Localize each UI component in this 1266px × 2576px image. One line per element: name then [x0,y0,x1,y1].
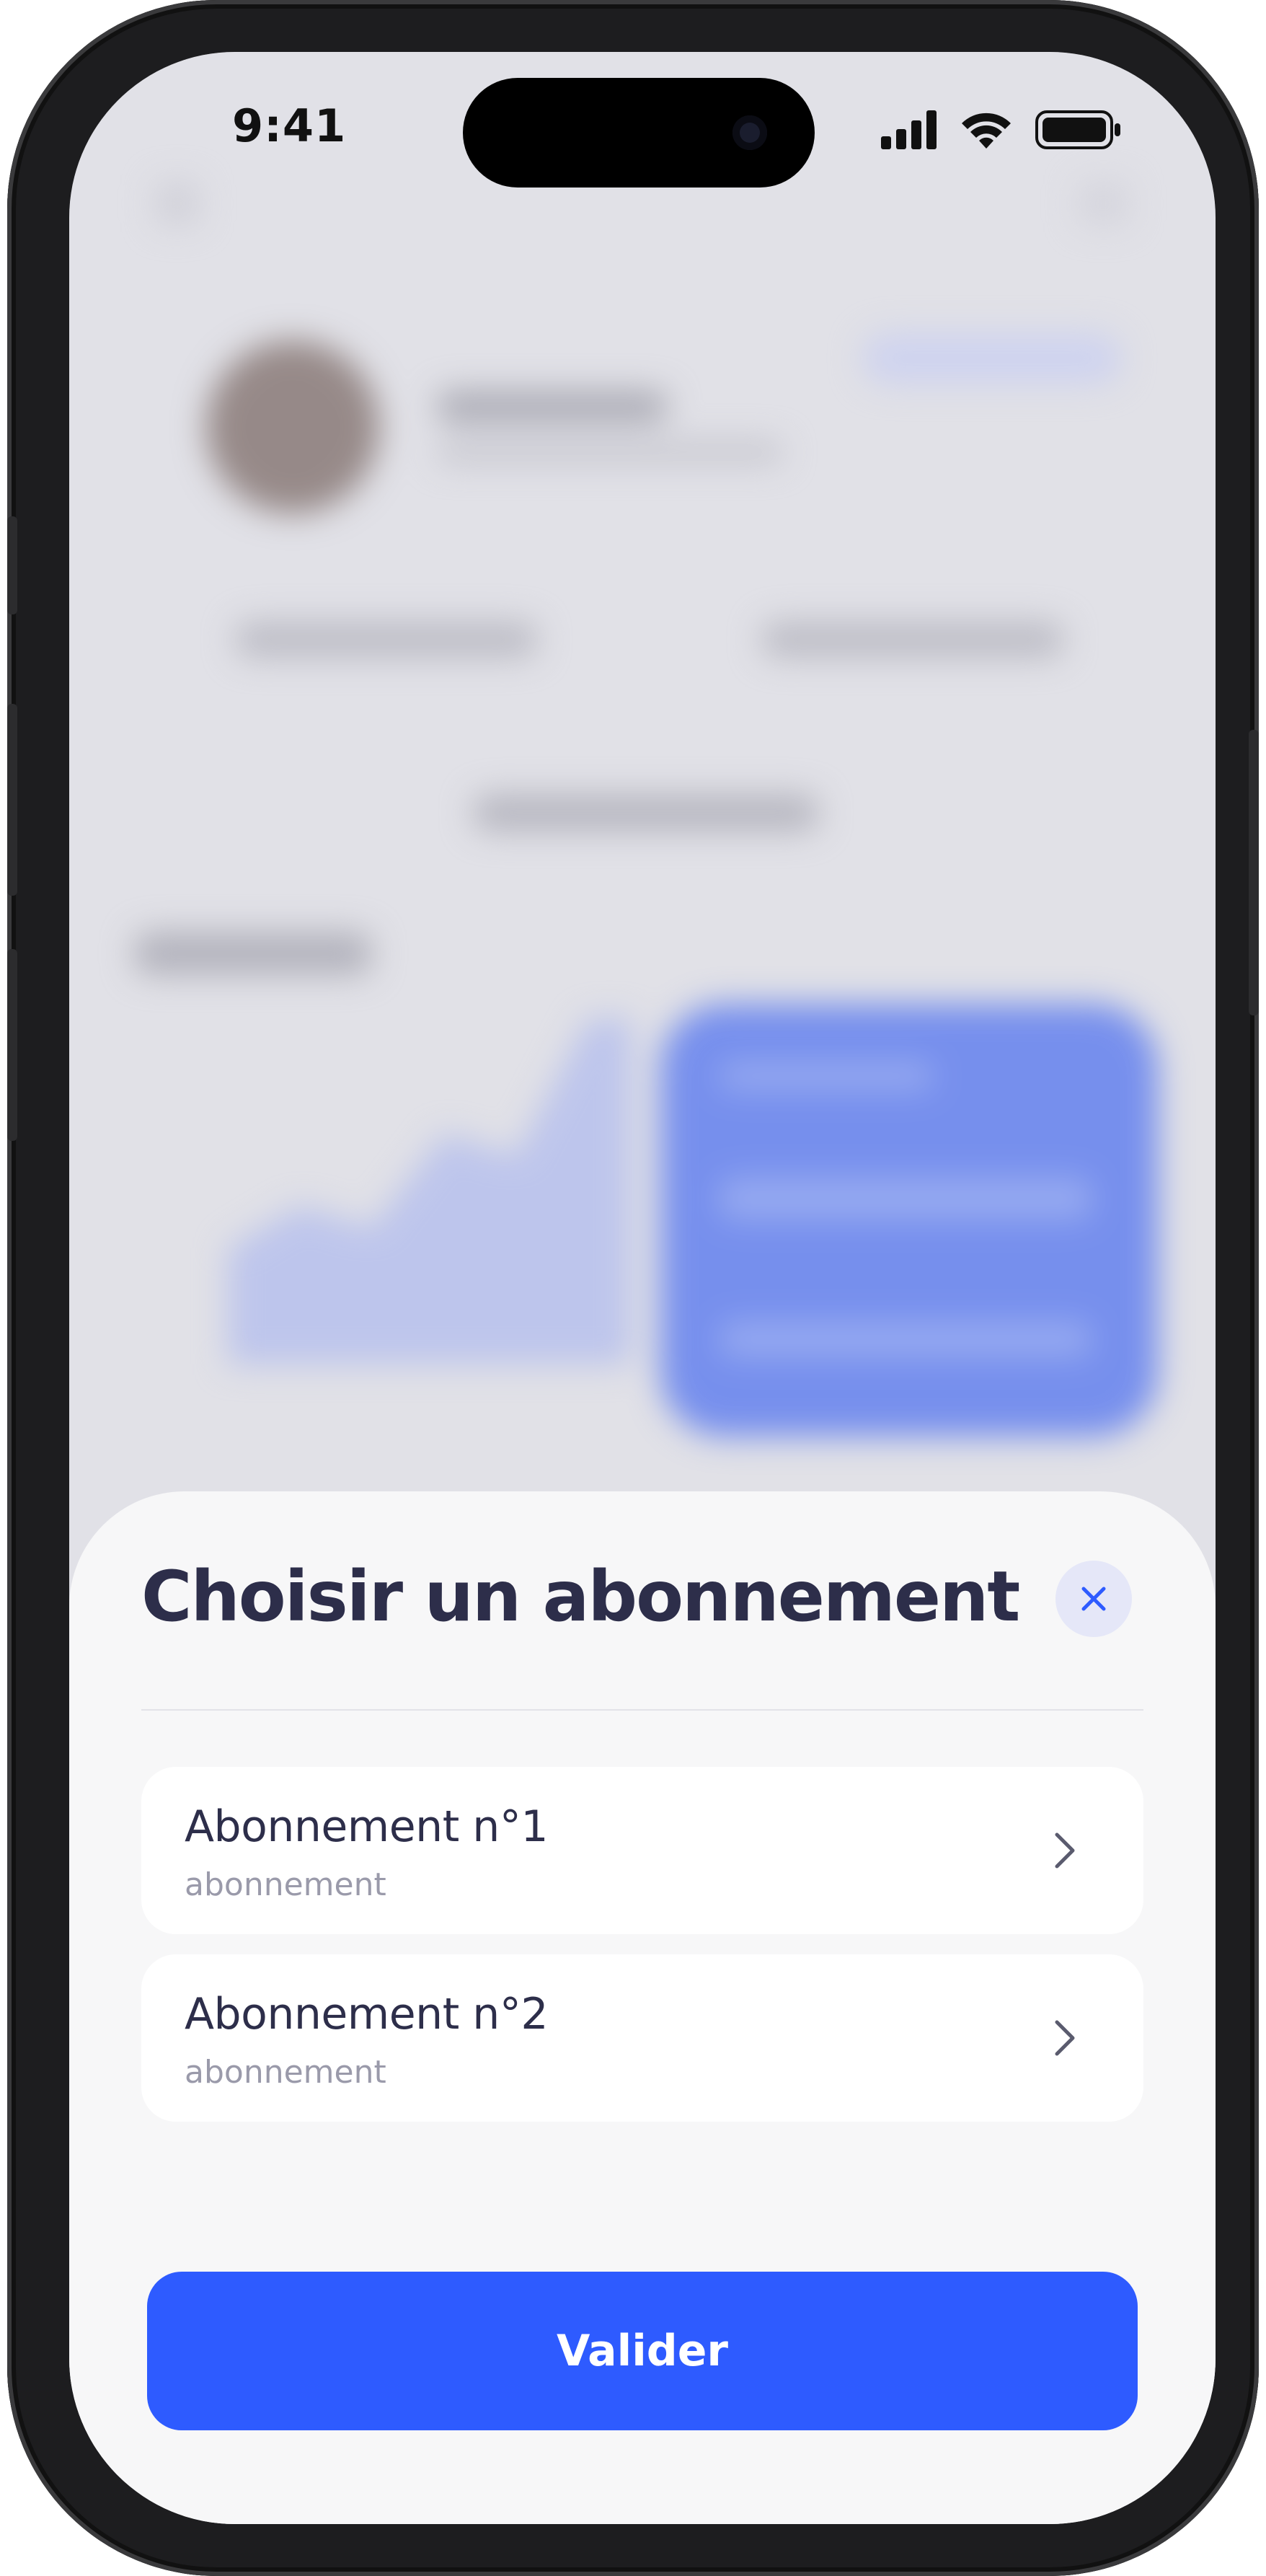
volume-up-button [7,704,17,896]
chevron-right-icon [1055,1832,1075,1869]
power-button [1249,730,1259,1015]
subscription-option-1[interactable]: Abonnement n°1 abonnement [141,1767,1143,1934]
phone-frame: 9:41 Choisir un abonnement Abonnement n°… [7,0,1259,2576]
battery-icon [1035,110,1120,149]
wifi-icon [962,113,1011,149]
subscription-bottom-sheet: Choisir un abonnement Abonnement n°1 abo… [69,1491,1216,2524]
option-subtitle: abonnement [185,2054,386,2091]
close-button[interactable] [1055,1561,1132,1637]
subscription-option-2[interactable]: Abonnement n°2 abonnement [141,1954,1143,2122]
validate-button[interactable]: Valider [147,2272,1138,2430]
option-title: Abonnement n°2 [185,1989,549,2039]
volume-down-button [7,949,17,1141]
chevron-right-icon [1055,2020,1075,2056]
status-time: 9:41 [232,100,347,152]
close-icon [1081,1587,1106,1611]
screen: 9:41 Choisir un abonnement Abonnement n°… [69,52,1216,2524]
option-subtitle: abonnement [185,1866,386,1903]
status-icons [881,108,1122,151]
sheet-title: Choisir un abonnement [141,1556,1020,1637]
camera-icon [732,115,767,150]
signal-icon [881,110,937,149]
action-button [7,516,17,614]
divider [141,1709,1143,1711]
option-title: Abonnement n°1 [185,1801,549,1852]
dynamic-island [463,78,815,188]
